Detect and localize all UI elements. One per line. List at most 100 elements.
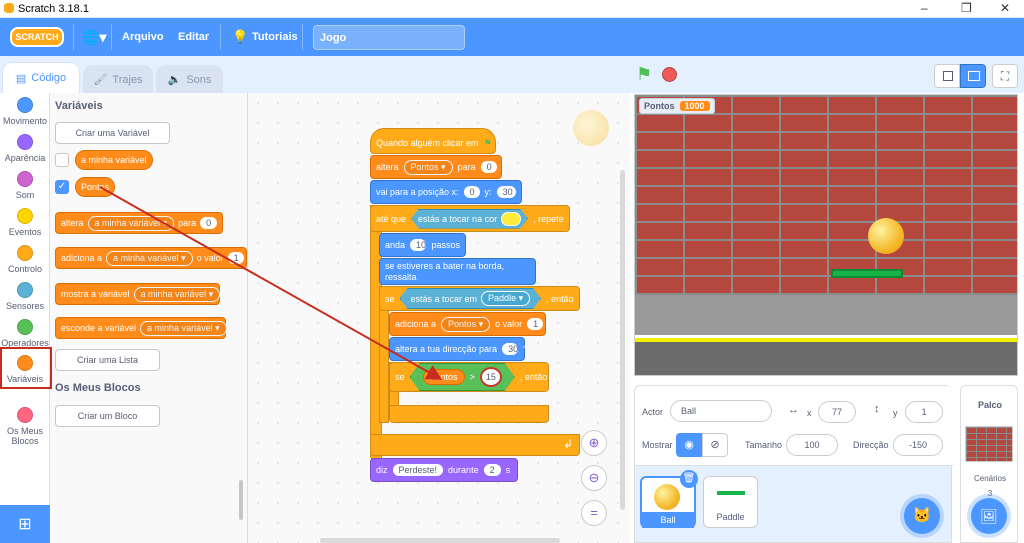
maximize-button[interactable]: ❐ xyxy=(961,1,972,15)
zoom-in-icon: ⊕ xyxy=(588,435,600,450)
category-dot-icon xyxy=(17,134,33,150)
touching-color-sensor[interactable]: estás a tocar na cor xyxy=(411,209,528,229)
menu-file[interactable]: Arquivo xyxy=(122,31,164,43)
category-dot-icon xyxy=(17,282,33,298)
trash-icon: 🗑 xyxy=(682,473,696,484)
touching-object-sensor[interactable]: estás a tocar em Paddle ▾ xyxy=(400,288,542,309)
palette-section-my-blocks: Os Meus Blocos xyxy=(55,382,141,394)
minimize-button[interactable]: – xyxy=(921,1,928,15)
lightbulb-icon: 💡 xyxy=(232,29,249,44)
category-dot-icon xyxy=(17,319,33,335)
tab-code[interactable]: ▤ Código xyxy=(2,62,80,93)
sprite-direction-input[interactable]: -150 xyxy=(893,434,943,456)
category-1[interactable]: Movimento xyxy=(0,97,50,126)
var1-checkbox[interactable] xyxy=(55,153,69,167)
variable-monitor-pontos[interactable]: Pontos 1000 xyxy=(639,98,715,114)
category-dot-icon xyxy=(17,97,33,113)
category-7[interactable]: Operadores xyxy=(0,319,50,348)
set-var-dropdown[interactable]: a minha variável ▾ xyxy=(87,215,175,231)
sprite-size-input[interactable]: 100 xyxy=(786,434,838,456)
change-var-dropdown[interactable]: a minha variável ▾ xyxy=(106,250,193,266)
ball-sprite[interactable] xyxy=(868,218,904,254)
app-icon xyxy=(4,3,14,13)
if-touching-paddle-block[interactable]: se estás a tocar em Paddle ▾ , então xyxy=(379,286,580,311)
category-6[interactable]: Sensores xyxy=(0,282,50,311)
stop-button[interactable] xyxy=(662,67,677,82)
window-title: Scratch 3.18.1 xyxy=(18,3,89,15)
project-title-input[interactable]: Jogo xyxy=(313,25,465,50)
make-variable-button[interactable]: Criar uma Variável xyxy=(55,122,170,144)
ball-thumbnail xyxy=(654,484,680,510)
palette-scrollbar[interactable] xyxy=(239,480,243,520)
zoom-in-button[interactable]: ⊕ xyxy=(581,430,607,456)
stage-thumbnail[interactable] xyxy=(965,426,1013,462)
stage-canvas[interactable]: Pontos 1000 xyxy=(634,94,1018,376)
loop-arrow-icon: ↲ xyxy=(562,437,573,451)
set-pontos-block[interactable]: altera Pontos ▾ para 0 xyxy=(370,155,502,179)
change-variable-block[interactable]: adiciona a a minha variável ▾ o valor 1 xyxy=(55,247,247,269)
make-list-button[interactable]: Criar uma Lista xyxy=(55,349,160,371)
category-5[interactable]: Controlo xyxy=(0,245,50,274)
workspace-vscrollbar[interactable] xyxy=(620,170,625,510)
var-reporter-pontos[interactable]: Pontos xyxy=(75,177,116,197)
category-3[interactable]: Som xyxy=(0,171,50,200)
menu-tutorials[interactable]: Tutoriais xyxy=(252,31,298,43)
add-extension-button[interactable]: ⊞ xyxy=(0,505,50,543)
category-9[interactable]: Os Meus Blocos xyxy=(0,407,50,446)
small-stage-icon xyxy=(943,71,953,81)
sprite-x-input[interactable]: 77 xyxy=(818,401,856,423)
category-4[interactable]: Eventos xyxy=(0,208,50,237)
show-variable-block[interactable]: mostra a variável a minha variável ▾ xyxy=(55,283,221,305)
sprite-name-input[interactable]: Ball xyxy=(670,400,772,422)
color-swatch[interactable] xyxy=(501,212,521,226)
when-flag-clicked-block[interactable]: Quando alguém clicar em ⚑ xyxy=(370,128,496,154)
floor xyxy=(635,295,1017,335)
choose-sprite-button[interactable]: 🐱 xyxy=(904,498,940,534)
delete-sprite-button[interactable]: 🗑 xyxy=(680,470,698,488)
stage-target-pane: Palco Cenários 3 🖼 xyxy=(960,385,1018,543)
scratch-logo[interactable]: SCRATCH xyxy=(10,27,64,47)
set-variable-block[interactable]: altera a minha variável ▾ para 0 xyxy=(55,212,223,234)
green-flag-button[interactable]: ⚑ xyxy=(636,64,652,85)
goto-xy-block[interactable]: vai para a posição x: 0 y: 30 xyxy=(370,180,522,204)
if-pontos-greater-block[interactable]: se Pontos > 15 , então xyxy=(389,362,549,392)
workspace-hscrollbar[interactable] xyxy=(320,538,560,543)
speaker-icon: 🔈 xyxy=(167,74,182,86)
var2-checkbox-checked[interactable]: ✓ xyxy=(55,180,69,194)
category-2[interactable]: Aparência xyxy=(0,134,50,163)
code-icon: ▤ xyxy=(15,72,27,85)
choose-backdrop-button[interactable]: 🖼 xyxy=(971,498,1007,534)
change-pontos-block[interactable]: adiciona a Pontos ▾ o valor 1 xyxy=(389,312,546,336)
say-for-secs-block[interactable]: diz Perdeste! durante 2 s xyxy=(370,458,518,482)
zoom-out-button[interactable]: ⊖ xyxy=(581,465,607,491)
greater-than-operator[interactable]: Pontos > 15 xyxy=(410,363,515,391)
brick-wall-backdrop xyxy=(635,95,1017,295)
compare-value-input[interactable]: 15 xyxy=(480,367,502,387)
extension-icon: ⊞ xyxy=(18,516,32,533)
move-steps-block[interactable]: anda 10 passos xyxy=(379,233,466,257)
fullscreen-button[interactable]: ⛶ xyxy=(992,64,1018,88)
paddle-sprite[interactable] xyxy=(831,269,903,278)
zoom-reset-button[interactable]: = xyxy=(581,500,607,526)
var-reporter-a-minha-variavel[interactable]: a minha variável xyxy=(75,150,153,170)
globe-icon[interactable]: 🌐▾ xyxy=(82,29,106,46)
image-plus-icon: 🖼 xyxy=(980,508,998,524)
small-stage-button[interactable] xyxy=(934,64,960,88)
make-block-button[interactable]: Criar um Bloco xyxy=(55,405,160,427)
repeat-until-block[interactable]: até que estás a tocar na cor , repete xyxy=(370,205,570,232)
bounce-block[interactable]: se estiveres a bater na borda, ressalta xyxy=(379,258,536,285)
tab-costumes[interactable]: 🖌 Trajes xyxy=(83,65,153,93)
hide-variable-block[interactable]: esconde a variável a minha variável ▾ xyxy=(55,317,227,339)
repeat-until-bottom: ↲ xyxy=(370,434,580,456)
menu-edit[interactable]: Editar xyxy=(178,31,209,43)
x-arrows-icon: ↔ xyxy=(788,404,799,416)
show-sprite-button[interactable]: ◉ xyxy=(676,433,702,457)
close-button[interactable]: ✕ xyxy=(1000,1,1010,15)
point-direction-block[interactable]: altera a tua direcção para 30 ° xyxy=(389,337,527,361)
sprite-y-input[interactable]: 1 xyxy=(905,401,943,423)
sprite-tile-paddle[interactable]: Paddle xyxy=(703,476,758,528)
zoom-out-icon: ⊖ xyxy=(588,470,600,485)
tab-sounds[interactable]: 🔈 Sons xyxy=(156,65,223,93)
hide-sprite-button[interactable]: ⊘ xyxy=(702,433,728,457)
large-stage-button[interactable] xyxy=(960,64,986,88)
